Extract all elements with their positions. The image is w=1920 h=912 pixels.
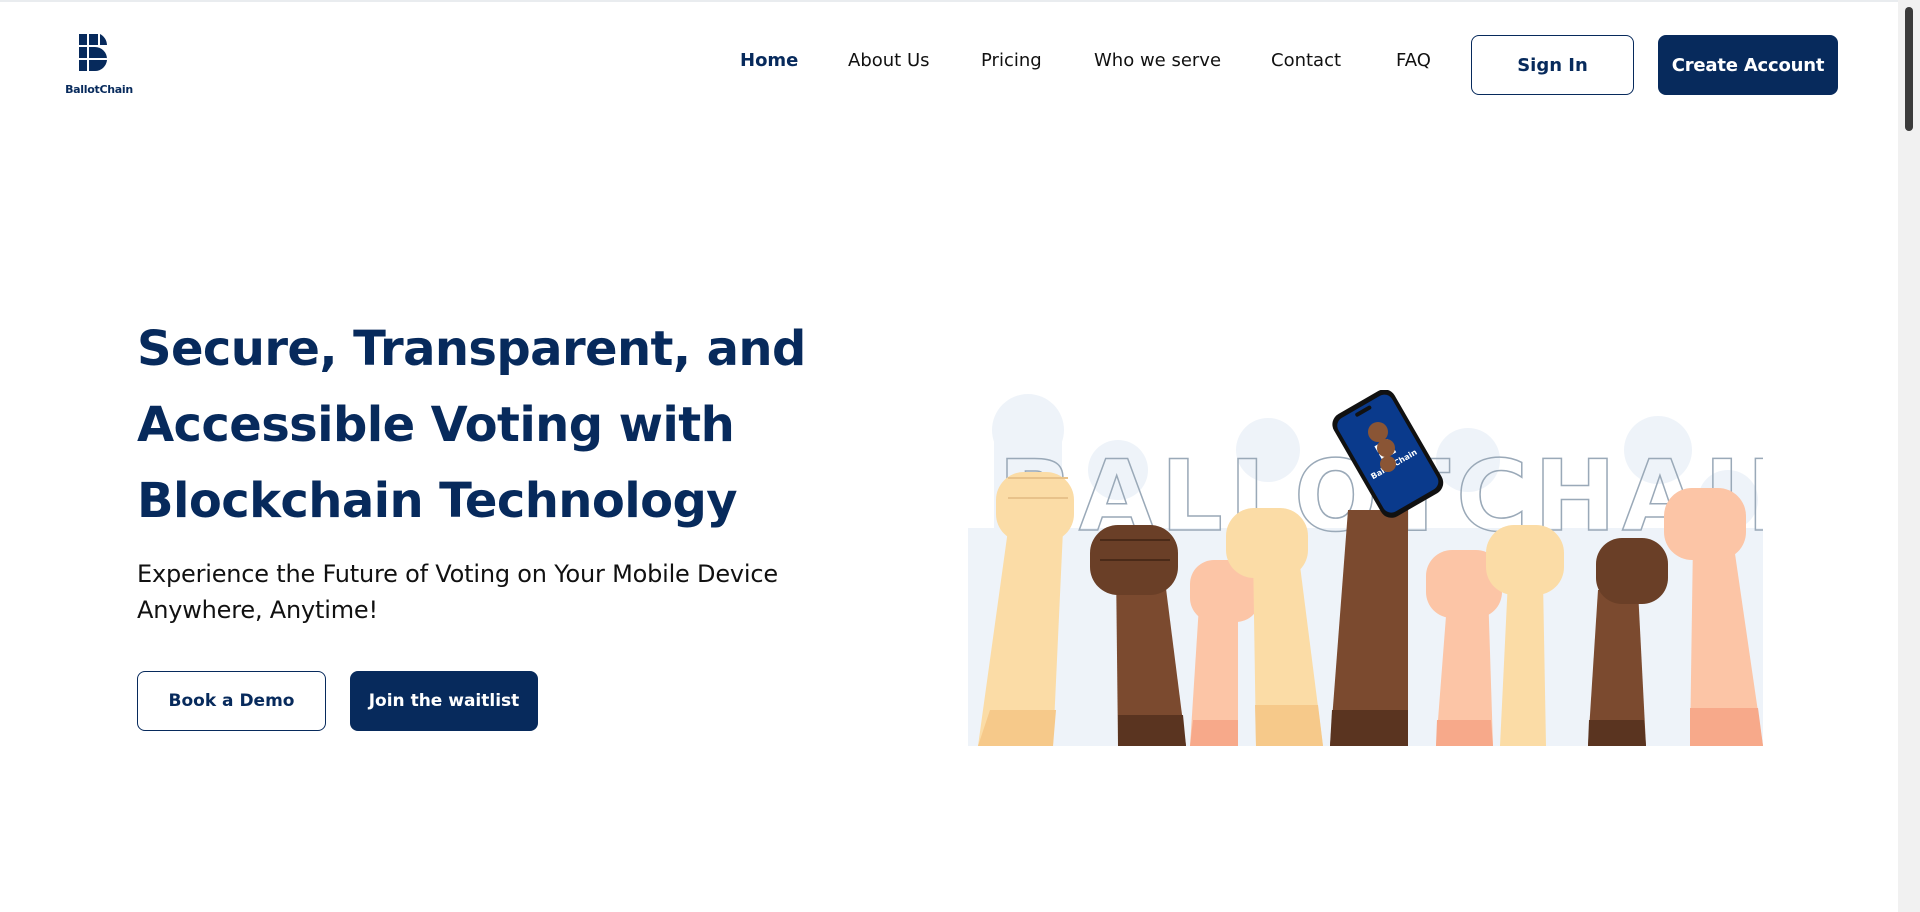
hero-subtitle-line: Anywhere, Anytime! [137, 596, 378, 624]
book-demo-button[interactable]: Book a Demo [137, 671, 326, 731]
nav-faq[interactable]: FAQ [1396, 50, 1431, 71]
hero-title-line: Blockchain Technology [137, 473, 738, 529]
site-header: BallotChain Home About Us Pricing Who we… [0, 0, 1898, 130]
scrollbar-thumb[interactable] [1905, 7, 1913, 131]
nav-home[interactable]: Home [740, 50, 798, 71]
raised-fists-illustration-icon: BALLOTCHAIN [968, 390, 1763, 746]
ballotchain-logo-icon [79, 34, 107, 72]
nav-pricing[interactable]: Pricing [981, 50, 1042, 71]
hero-title: Secure, Transparent, and Accessible Voti… [137, 311, 837, 539]
nav-about-us[interactable]: About Us [848, 50, 930, 71]
create-account-button[interactable]: Create Account [1658, 35, 1838, 95]
page-scrollbar[interactable] [1898, 0, 1920, 912]
brand-logo[interactable]: BallotChain [62, 34, 136, 100]
hero-illustration: BALLOTCHAIN [968, 390, 1763, 746]
hero-subtitle-line: Experience the Future of Voting on Your … [137, 560, 778, 588]
hero-subtitle: Experience the Future of Voting on Your … [137, 556, 857, 628]
hero-title-line: Accessible Voting with [137, 397, 735, 453]
hero-title-line: Secure, Transparent, and [137, 321, 806, 377]
join-waitlist-button[interactable]: Join the waitlist [350, 671, 538, 731]
brand-name: BallotChain [65, 83, 133, 96]
nav-contact[interactable]: Contact [1271, 50, 1341, 71]
sign-in-button[interactable]: Sign In [1471, 35, 1634, 95]
nav-who-we-serve[interactable]: Who we serve [1094, 50, 1221, 71]
